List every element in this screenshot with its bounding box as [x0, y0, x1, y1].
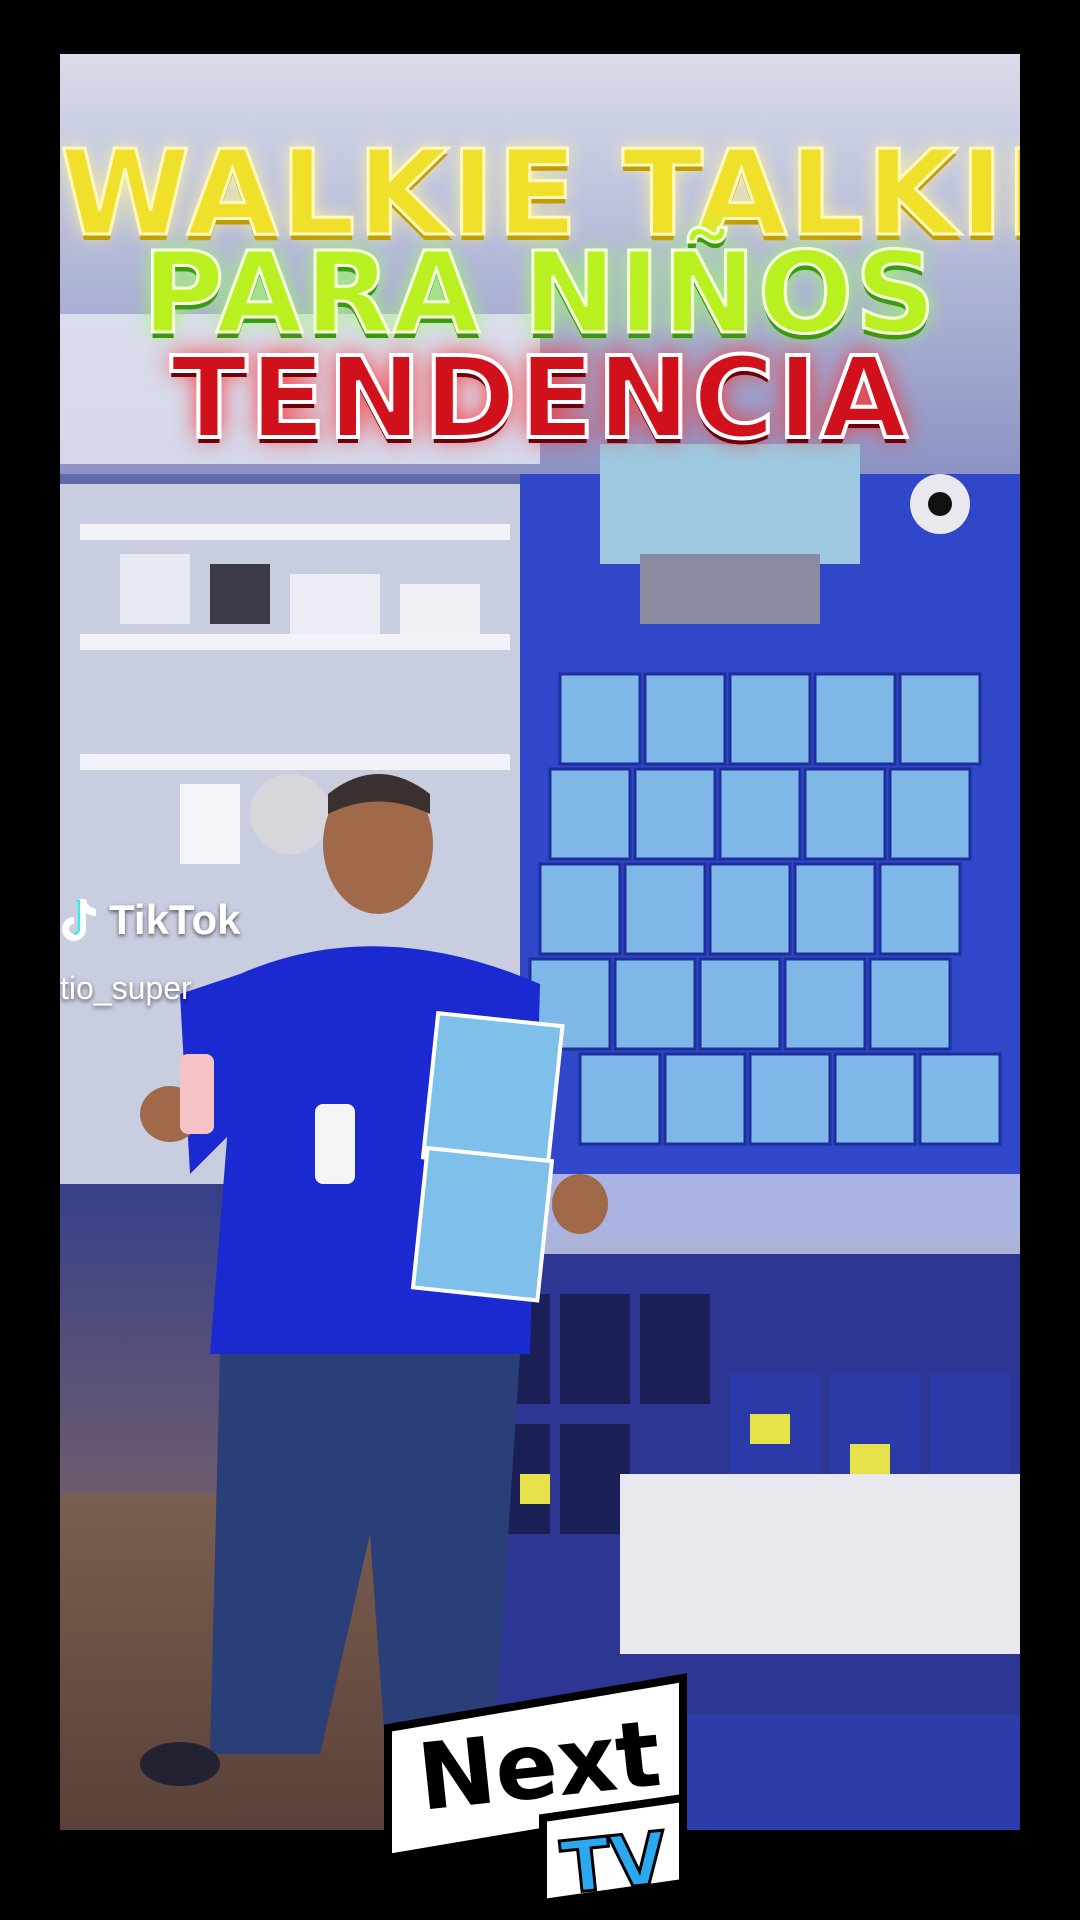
tiktok-name: TikTok — [109, 896, 241, 943]
logo-tv-text: TV — [557, 1816, 670, 1908]
tiktok-watermark: TikTok — [55, 895, 240, 945]
nexttv-logo: Next TV — [384, 1673, 687, 1908]
tiktok-handle: tio_super — [60, 970, 192, 1006]
title-line-3: TENDENCIA — [169, 332, 910, 466]
tiktok-note-icon — [62, 899, 96, 941]
